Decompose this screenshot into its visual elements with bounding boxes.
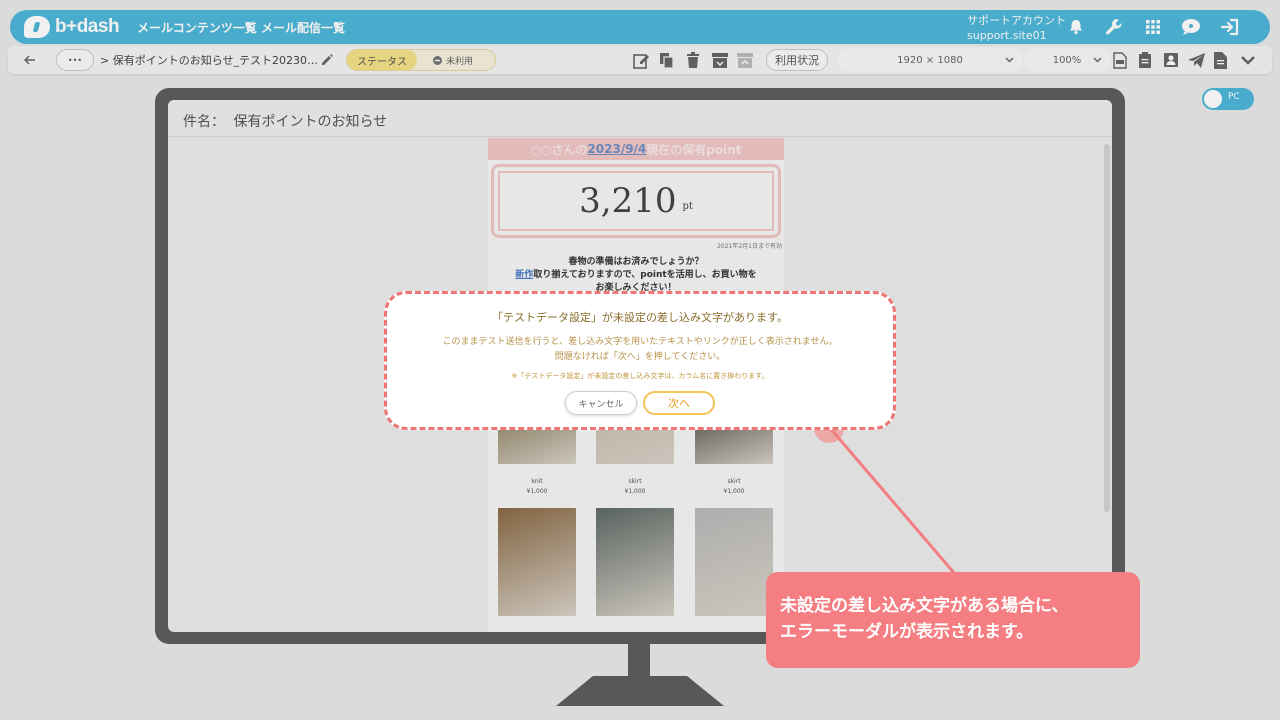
modal-body: このままテスト送信を行うと、差し込み文字を用いたテキストやリンクが正しく表示され…	[387, 335, 893, 365]
cancel-button[interactable]: キャンセル	[565, 391, 637, 415]
modal-note: ※「テストデータ設定」が未設定の差し込み文字は、カラム名に置き換わります。	[511, 372, 769, 380]
callout-box: 未設定の差し込み文字がある場合に、 エラーモーダルが表示されます。	[766, 572, 1140, 668]
callout-line-1: 未設定の差し込み文字がある場合に、	[780, 596, 1069, 616]
modal-buttons: キャンセル 次へ	[387, 391, 893, 415]
modal-body-line-2: 問題なければ「次へ」を押してください。	[554, 352, 726, 362]
modal-title: 「テストデータ設定」が未設定の差し込み文字があります。	[492, 311, 788, 324]
modal-body-line-1: このままテスト送信を行うと、差し込み文字を用いたテキストやリンクが正しく表示され…	[442, 337, 838, 347]
warning-modal: 「テストデータ設定」が未設定の差し込み文字があります。 このままテスト送信を行う…	[384, 291, 896, 430]
next-button[interactable]: 次へ	[643, 391, 715, 415]
callout-line-2: エラーモーダルが表示されます。	[780, 622, 1034, 642]
